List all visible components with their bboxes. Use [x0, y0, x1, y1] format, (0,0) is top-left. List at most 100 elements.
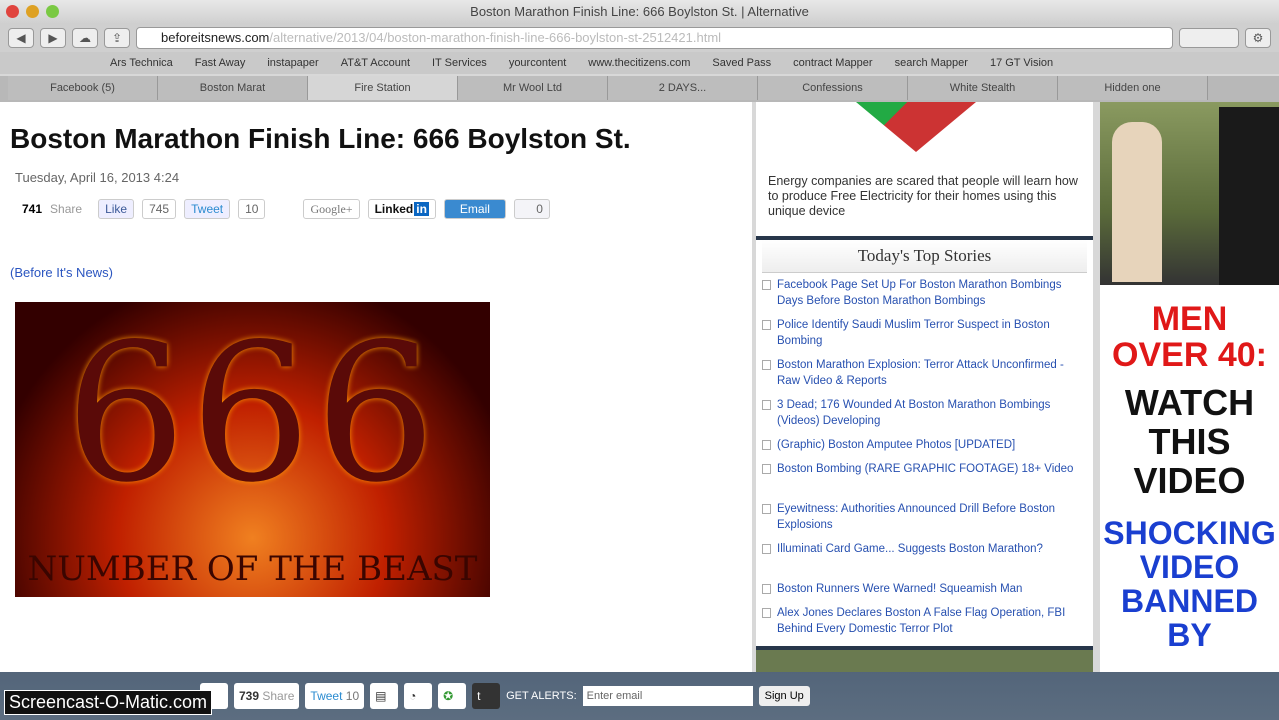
source-link[interactable]: (Before It's News) — [10, 265, 742, 280]
middle-sidebar: Energy companies are scared that people … — [756, 102, 1093, 672]
tumblr-icon[interactable]: t — [472, 683, 501, 709]
tab-bar: Facebook (5) Boston Marat Fire Station M… — [0, 76, 1279, 102]
article-title: Boston Marathon Finish Line: 666 Boylsto… — [10, 123, 631, 154]
linkedin-button[interactable]: Linked in — [367, 199, 436, 219]
story-item[interactable]: Police Identify Saudi Muslim Terror Susp… — [762, 317, 1087, 353]
bookmark[interactable]: Saved Pass — [712, 52, 771, 74]
signup-button[interactable]: Sign Up — [758, 686, 810, 706]
email-share-button[interactable]: Email — [443, 199, 506, 219]
share-icon[interactable]: ⇪ — [104, 28, 130, 48]
facebook-share-button[interactable]: Share — [50, 202, 82, 216]
story-link[interactable]: Boston Marathon Explosion: Terror Attack… — [777, 357, 1087, 393]
settings-gear-icon[interactable]: ⚙ — [1245, 28, 1271, 48]
story-link[interactable]: Eyewitness: Authorities Announced Drill … — [777, 501, 1087, 537]
window-controls — [6, 5, 59, 18]
bottom-tweet-button[interactable]: Tweet 10 — [305, 683, 365, 709]
bookmark[interactable]: www.thecitizens.com — [588, 52, 690, 74]
tweet-count: 10 — [238, 199, 266, 219]
ad-line-3: SHOCKING VIDEO BANNED BY — [1103, 515, 1276, 653]
story-link[interactable]: (Graphic) Boston Amputee Photos [UPDATED… — [777, 437, 1015, 457]
story-link[interactable]: Boston Bombing (RARE GRAPHIC FOOTAGE) 18… — [777, 461, 1073, 497]
share-count: 741 — [22, 202, 43, 216]
ad-line-1: MEN OVER 40: — [1112, 300, 1267, 374]
email-count: 0 — [513, 199, 550, 219]
print-icon[interactable]: ▤ — [370, 683, 399, 709]
document-icon — [762, 400, 771, 410]
bookmarks-bar: Ars Technica Fast Away instapaper AT&T A… — [0, 52, 1279, 74]
url-domain: beforeitsnews.com — [161, 30, 270, 45]
tab-active[interactable]: Fire Station — [308, 76, 458, 100]
bookmark[interactable]: IT Services — [432, 52, 487, 74]
story-link[interactable]: Alex Jones Declares Boston A False Flag … — [777, 605, 1087, 641]
story-item[interactable]: (Graphic) Boston Amputee Photos [UPDATED… — [762, 437, 1087, 457]
document-icon — [762, 464, 771, 474]
tab[interactable]: Boston Marat — [158, 76, 308, 100]
right-ad[interactable]: MEN OVER 40: WATCH THIS VIDEO SHOCKING V… — [1100, 102, 1279, 672]
bookmark[interactable]: search Mapper — [895, 52, 968, 74]
screencast-watermark: Screencast-O-Matic.com — [4, 690, 213, 715]
bottom-tweet-count: 10 — [345, 689, 360, 703]
tweet-button[interactable]: Tweet — [184, 199, 231, 219]
icloud-icon[interactable]: ☁ — [72, 28, 98, 48]
tab[interactable]: Mr Wool Ltd — [458, 76, 608, 100]
tab[interactable]: Confessions — [758, 76, 908, 100]
search-field[interactable] — [1179, 28, 1239, 48]
linkedin-icon: in — [414, 202, 429, 216]
bottom-facebook-share[interactable]: 739 Share — [234, 683, 300, 709]
ad-graphic — [856, 102, 976, 152]
tab[interactable]: White Stealth — [908, 76, 1058, 100]
story-item[interactable]: Boston Runners Were Warned! Squeamish Ma… — [762, 581, 1087, 601]
facebook-like-button[interactable]: Like — [98, 199, 135, 219]
tab[interactable]: 2 DAYS... — [608, 76, 758, 100]
story-link[interactable]: Boston Runners Were Warned! Squeamish Ma… — [777, 581, 1022, 601]
window-title-bar: Boston Marathon Finish Line: 666 Boylsto… — [0, 0, 1279, 24]
story-item[interactable]: Illuminati Card Game... Suggests Boston … — [762, 541, 1087, 577]
story-link[interactable]: Facebook Page Set Up For Boston Marathon… — [777, 277, 1087, 313]
document-icon — [762, 440, 771, 450]
energy-ad[interactable]: Energy companies are scared that people … — [756, 102, 1093, 236]
story-link[interactable]: Police Identify Saudi Muslim Terror Susp… — [777, 317, 1087, 353]
bookmark[interactable]: yourcontent — [509, 52, 566, 74]
story-link[interactable]: 3 Dead; 176 Wounded At Boston Marathon B… — [777, 397, 1087, 433]
story-item[interactable]: 3 Dead; 176 Wounded At Boston Marathon B… — [762, 397, 1087, 433]
address-bar[interactable]: beforeitsnews.com/alternative/2013/04/bo… — [136, 27, 1173, 49]
zoom-window-button[interactable] — [46, 5, 59, 18]
story-item[interactable]: Alex Jones Declares Boston A False Flag … — [762, 605, 1087, 641]
bookmark[interactable]: Ars Technica — [110, 52, 173, 74]
story-item[interactable]: Boston Marathon Explosion: Terror Attack… — [762, 357, 1087, 393]
document-icon — [762, 608, 771, 618]
tab[interactable]: Hidden one — [1058, 76, 1208, 100]
reddit-icon[interactable]: ◔ — [404, 683, 433, 709]
bookmark[interactable]: instapaper — [267, 52, 318, 74]
ad-photo — [1100, 102, 1279, 285]
tab[interactable]: Facebook (5) — [8, 76, 158, 100]
story-item[interactable]: Eyewitness: Authorities Announced Drill … — [762, 501, 1087, 537]
stumbleupon-icon[interactable]: ✪ — [438, 683, 467, 709]
like-count: 745 — [142, 199, 177, 219]
forward-button[interactable]: ▶ — [40, 28, 66, 48]
story-item[interactable]: Boston Bombing (RARE GRAPHIC FOOTAGE) 18… — [762, 461, 1087, 497]
document-icon — [762, 544, 771, 554]
bottom-share-count: 739 — [239, 689, 260, 703]
google-plus-button[interactable]: Google+ — [303, 199, 360, 219]
close-window-button[interactable] — [6, 5, 19, 18]
url-path: /alternative/2013/04/boston-marathon-fin… — [269, 30, 722, 45]
minimize-window-button[interactable] — [26, 5, 39, 18]
share-buttons: 741 Share Like 745 Tweet 10 Google+ Link… — [22, 199, 742, 219]
story-item[interactable]: Facebook Page Set Up For Boston Marathon… — [762, 277, 1087, 313]
document-icon — [762, 504, 771, 514]
story-link[interactable]: Illuminati Card Game... Suggests Boston … — [777, 541, 1043, 577]
linkedin-label: Linked — [374, 202, 414, 216]
bookmark[interactable]: AT&T Account — [341, 52, 410, 74]
document-icon — [762, 360, 771, 370]
bookmark[interactable]: Fast Away — [195, 52, 246, 74]
window-title: Boston Marathon Finish Line: 666 Boylsto… — [470, 4, 809, 19]
bottom-tweet-label: Tweet — [310, 689, 343, 703]
document-icon — [762, 320, 771, 330]
back-button[interactable]: ◀ — [8, 28, 34, 48]
bookmark[interactable]: contract Mapper — [793, 52, 872, 74]
alerts-email-input[interactable]: Enter email — [582, 686, 753, 706]
number-of-the-beast-image: 666 NUMBER OF THE BEAST — [15, 302, 490, 597]
bookmark[interactable]: 17 GT Vision — [990, 52, 1053, 74]
image-caption: NUMBER OF THE BEAST — [27, 549, 478, 589]
